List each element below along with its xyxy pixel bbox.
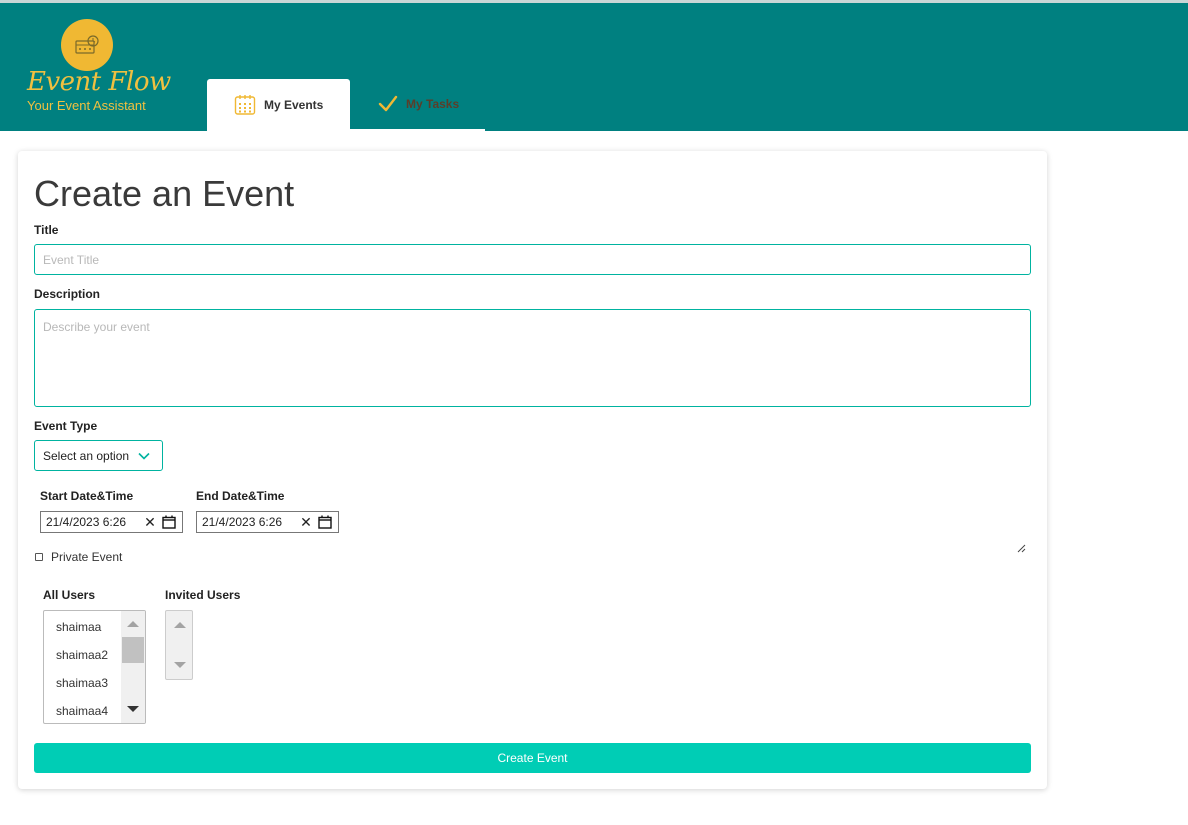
chevron-down-icon <box>138 452 150 460</box>
start-datetime-label: Start Date&Time <box>40 489 134 503</box>
scroll-up-icon[interactable] <box>173 621 187 629</box>
tab-my-tasks-label: My Tasks <box>406 97 460 111</box>
start-datetime-value: 21/4/2023 6:26 <box>46 515 127 529</box>
create-event-button[interactable]: Create Event <box>34 743 1031 773</box>
logo-tagline: Your Event Assistant <box>27 98 146 113</box>
all-users-scrollbar[interactable] <box>121 611 145 723</box>
event-logo-icon <box>75 35 99 54</box>
logo-text: Event Flow <box>27 67 171 97</box>
calendar-icon <box>234 95 256 115</box>
end-datetime-input[interactable]: 21/4/2023 6:26 ✕ <box>196 511 339 533</box>
page-title: Create an Event <box>34 173 295 214</box>
start-calendar-icon[interactable] <box>162 515 178 529</box>
clear-start-icon[interactable]: ✕ <box>142 514 158 531</box>
invited-users-label: Invited Users <box>165 588 241 602</box>
create-event-card: Create an Event Title Description Event … <box>18 151 1047 789</box>
list-item[interactable]: shaimaa4 <box>56 704 108 718</box>
title-label: Title <box>34 223 59 237</box>
tab-my-events-label: My Events <box>264 98 324 112</box>
tab-my-events[interactable]: My Events <box>207 79 350 131</box>
private-event-label: Private Event <box>51 550 123 564</box>
logo-badge <box>61 19 113 71</box>
app-header <box>0 3 1188 131</box>
checkmark-icon <box>378 95 398 112</box>
description-label: Description <box>34 287 101 301</box>
scrollbar-thumb[interactable] <box>122 637 144 663</box>
list-item[interactable]: shaimaa <box>56 620 101 634</box>
event-type-label: Event Type <box>34 419 98 433</box>
invited-users-list[interactable] <box>165 610 193 680</box>
clear-end-icon[interactable]: ✕ <box>298 514 314 531</box>
all-users-list[interactable]: shaimaa shaimaa2 shaimaa3 shaimaa4 <box>43 610 146 724</box>
all-users-label: All Users <box>43 588 96 602</box>
end-datetime-label: End Date&Time <box>196 489 285 503</box>
event-type-select[interactable]: Select an option <box>34 440 163 471</box>
event-type-value: Select an option <box>43 448 130 463</box>
scroll-down-icon[interactable] <box>126 705 140 713</box>
start-datetime-input[interactable]: 21/4/2023 6:26 ✕ <box>40 511 183 533</box>
scroll-up-icon[interactable] <box>126 620 140 628</box>
end-datetime-value: 21/4/2023 6:26 <box>202 515 283 529</box>
title-input[interactable] <box>34 244 1031 275</box>
scroll-down-icon[interactable] <box>173 661 187 669</box>
resize-grip-icon[interactable] <box>1016 543 1026 553</box>
end-calendar-icon[interactable] <box>318 515 334 529</box>
list-item[interactable]: shaimaa2 <box>56 648 108 662</box>
list-item[interactable]: shaimaa3 <box>56 676 108 690</box>
tab-my-tasks[interactable]: My Tasks <box>350 79 485 131</box>
private-event-checkbox[interactable] <box>35 553 43 561</box>
description-textarea[interactable] <box>34 309 1031 407</box>
